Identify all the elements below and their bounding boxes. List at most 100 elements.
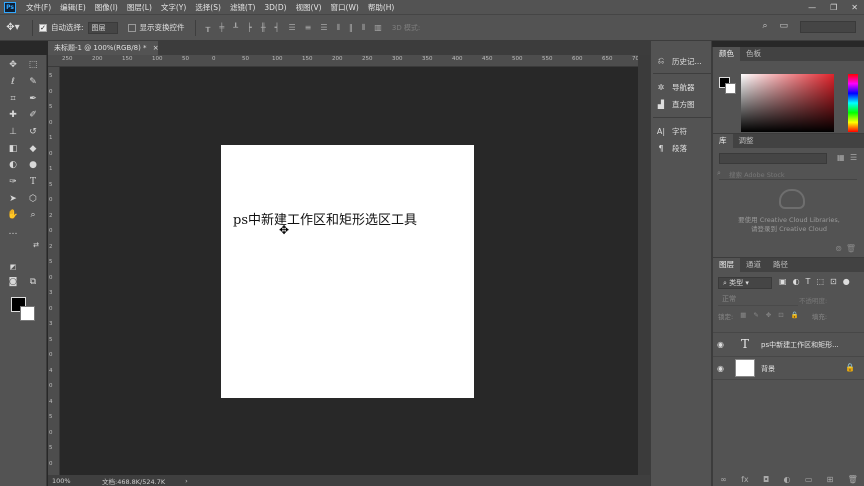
lock-position-icon[interactable]: ✥ (766, 311, 771, 321)
paragraph-panel-button[interactable]: ¶ 段落 (655, 141, 711, 155)
history-panel-button[interactable]: ⎌ 历史记... (655, 54, 711, 68)
shape-filter-icon[interactable]: ⬚ (816, 277, 824, 286)
color-background-swatch[interactable] (725, 83, 736, 94)
crop-icon[interactable]: ⌗ (6, 92, 20, 106)
pixel-filter-icon[interactable]: ▣ (779, 277, 787, 286)
visibility-eye-icon[interactable]: ◉ (717, 340, 727, 349)
cloud-sync-icon[interactable]: ⊚ (835, 244, 842, 253)
menu-window[interactable]: 窗口(W) (331, 2, 359, 13)
layer-row-text[interactable]: ◉ T ps中新建工作区和矩形... (713, 332, 864, 356)
dodge-icon[interactable]: ● (26, 158, 40, 172)
history-brush-icon[interactable]: ↺ (26, 125, 40, 139)
shape-icon[interactable]: ⬡ (26, 192, 40, 206)
list-view-icon[interactable]: ☰ (850, 153, 857, 162)
align-vcenter-icon[interactable]: ╪ (219, 23, 224, 33)
visibility-eye-icon[interactable]: ◉ (717, 364, 727, 373)
document-tab[interactable]: 未标题-1 @ 100%(RGB/8) * × (48, 41, 159, 55)
adjustment-layer-icon[interactable]: ◐ (784, 475, 791, 484)
zoom-level[interactable]: 100% (52, 477, 92, 485)
auto-select-dropdown[interactable]: 图层 (87, 21, 118, 34)
lasso-icon[interactable]: ℓ (6, 75, 20, 89)
distribute-hcenter-icon[interactable]: ‖ (349, 23, 353, 33)
restore-button[interactable]: ❐ (830, 3, 837, 12)
tab-adjustments[interactable]: 调整 (733, 134, 760, 148)
show-transform-checkbox[interactable] (127, 23, 136, 32)
zoom-icon[interactable]: ⌕ (26, 208, 40, 222)
pen-icon[interactable]: ✑ (6, 175, 20, 189)
type-filter-icon[interactable]: T (806, 277, 811, 286)
document-canvas[interactable]: ps中新建工作区和矩形选区工具 (221, 145, 474, 398)
menu-layer[interactable]: 图层(L) (127, 2, 152, 13)
adjustment-filter-icon[interactable]: ◐ (793, 277, 800, 286)
new-group-icon[interactable]: ▭ (805, 475, 813, 484)
menu-help[interactable]: 帮助(H) (368, 2, 395, 13)
new-layer-icon[interactable]: ⊞ (827, 475, 834, 484)
move-tool-icon[interactable]: ✥▾ (0, 22, 26, 33)
screen-mode-icon[interactable]: ⧉ (26, 275, 40, 289)
menu-type[interactable]: 文字(Y) (161, 2, 186, 13)
menu-image[interactable]: 图像(I) (95, 2, 118, 13)
path-select-icon[interactable]: ➤ (6, 192, 20, 206)
align-left-icon[interactable]: ┝ (247, 23, 252, 33)
horizontal-ruler[interactable]: 250 200 150 100 50 0 50 100 150 200 250 300 350 400 45… (48, 55, 643, 67)
character-panel-button[interactable]: A| 字符 (655, 124, 711, 138)
type-icon[interactable]: T (26, 175, 40, 189)
distribute-top-icon[interactable]: ☰ (289, 23, 296, 33)
distribute-vcenter-icon[interactable]: ≡ (305, 23, 312, 33)
tab-paths[interactable]: 路径 (767, 258, 794, 272)
hand-icon[interactable]: ✋ (6, 208, 20, 222)
close-tab-icon[interactable]: × (153, 44, 159, 52)
grid-view-icon[interactable]: ▦ (837, 153, 845, 162)
tab-swatches[interactable]: 色板 (740, 47, 767, 61)
brush-icon[interactable]: ✐ (26, 108, 40, 122)
trash-icon[interactable]: 🗑 (846, 244, 856, 253)
library-search-input[interactable]: 搜索 Adobe Stock (719, 169, 857, 180)
add-mask-icon[interactable]: ◘ (763, 475, 769, 484)
quick-mask-icon[interactable]: ◙ (6, 275, 20, 289)
library-dropdown[interactable] (719, 153, 827, 164)
layer-name[interactable]: ps中新建工作区和矩形... (761, 340, 839, 350)
quick-select-icon[interactable]: ✎ (26, 75, 40, 89)
workspace-search-input[interactable] (800, 21, 856, 33)
menu-filter[interactable]: 滤镜(T) (230, 2, 255, 13)
blur-icon[interactable]: ◐ (6, 158, 20, 172)
smart-object-filter-icon[interactable]: ⊡ (830, 277, 837, 286)
swap-colors-icon[interactable]: ⇄ (29, 238, 43, 252)
auto-select-checkbox[interactable]: ✓ (39, 23, 47, 32)
tab-channels[interactable]: 通道 (740, 258, 767, 272)
workspace-icon[interactable]: ▭ (779, 21, 788, 33)
histogram-panel-button[interactable]: ▟ 直方图 (655, 97, 711, 111)
auto-align-icon[interactable]: ▥ (374, 23, 382, 33)
default-colors-icon[interactable]: ◩ (6, 260, 20, 274)
menu-view[interactable]: 视图(V) (296, 2, 322, 13)
tab-layers[interactable]: 图层 (713, 258, 740, 272)
layer-filter-dropdown[interactable]: ⌕ 类型 ▾ (718, 277, 772, 289)
align-right-icon[interactable]: ┥ (275, 23, 280, 33)
filter-toggle-icon[interactable]: ● (843, 277, 850, 286)
layer-row-background[interactable]: ◉ 背景 🔒 (713, 356, 864, 380)
eyedropper-icon[interactable]: ✒ (26, 92, 40, 106)
lock-artboard-icon[interactable]: ⊡ (778, 311, 783, 321)
color-picker-field[interactable] (741, 74, 834, 132)
menu-edit[interactable]: 编辑(E) (60, 2, 86, 13)
minimize-button[interactable]: — (808, 3, 816, 12)
clone-stamp-icon[interactable]: ⊥ (6, 125, 20, 139)
menu-select[interactable]: 选择(S) (195, 2, 221, 13)
align-hcenter-icon[interactable]: ╫ (261, 23, 266, 33)
distribute-bottom-icon[interactable]: ☰ (320, 23, 327, 33)
align-top-icon[interactable]: ┰ (206, 23, 211, 33)
menu-3d[interactable]: 3D(D) (264, 3, 286, 12)
background-color-swatch[interactable] (20, 306, 35, 321)
tab-color[interactable]: 颜色 (713, 47, 740, 61)
distribute-right-icon[interactable]: ⫴ (362, 23, 365, 33)
close-button[interactable]: ✕ (851, 3, 858, 12)
lock-pixels-icon[interactable]: ✎ (753, 311, 758, 321)
more-tools-icon[interactable]: … (6, 225, 20, 239)
vertical-ruler[interactable]: 5 0 5 0 1 0 1 5 0 2 0 2 5 0 3 0 3 5 0 4 0 4 5 0 5 0 (48, 67, 60, 475)
link-layers-icon[interactable]: ∞ (720, 475, 727, 484)
navigator-panel-button[interactable]: ✲ 导航器 (655, 80, 711, 94)
vertical-scrollbar[interactable] (638, 55, 650, 475)
healing-brush-icon[interactable]: ✚ (6, 108, 20, 122)
paint-bucket-icon[interactable]: ◆ (26, 142, 40, 156)
distribute-left-icon[interactable]: ⫴ (337, 23, 340, 33)
